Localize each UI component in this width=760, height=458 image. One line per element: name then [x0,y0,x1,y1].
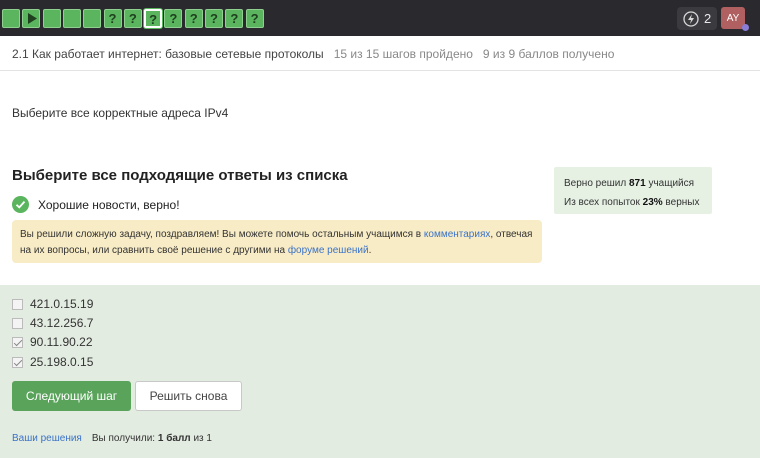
your-solutions-link[interactable]: Ваши решения [12,433,82,444]
step-question[interactable]: ? [205,9,223,28]
solved-stat: Верно решил 871 учащийся [564,174,702,193]
option-4[interactable]: 25.198.0.15 [12,355,93,369]
energy-count: 2 [704,11,712,26]
step-question[interactable]: ? [123,9,142,28]
next-step-button[interactable]: Следующий шаг [12,381,131,411]
correct-percent: 23% [642,197,663,208]
top-navigation-bar: ???????? 2 AY [0,0,760,36]
option-checkbox[interactable] [12,356,23,368]
task-title: Выберите все подходящие ответы из списка [12,167,348,184]
header-divider [0,70,760,71]
success-message: Хорошие новости, верно! [12,196,180,213]
option-label: 421.0.15.19 [30,297,94,311]
option-label: 43.12.256.7 [30,316,94,330]
play-icon [28,13,38,24]
attempts-label: Из всех попыток [564,197,643,208]
attempts-stat: Из всех попыток 23% верных [564,193,702,212]
step-question[interactable]: ? [164,9,183,28]
score-suffix: из 1 [190,433,212,444]
solutions-forum-link[interactable]: форуме решений [288,245,369,256]
footer-score: Ваши решения Вы получили: 1 балл из 1 [12,433,212,444]
option-label: 25.198.0.15 [30,355,94,369]
step-video[interactable] [22,9,41,28]
step-text[interactable] [62,9,81,28]
avatar-initials: AY [726,12,740,24]
solve-again-button[interactable]: Решить снова [135,381,242,411]
option-checkbox[interactable] [12,336,23,348]
solved-label: Верно решил [564,178,629,189]
points-progress: 9 из 9 баллов получено [482,47,615,61]
stats-panel: Верно решил 871 учащийся Из всех попыток… [554,167,712,214]
notification-dot [742,24,749,31]
hint-text-3: . [368,245,372,256]
check-circle-icon [12,196,29,213]
step-question[interactable]: ? [225,9,244,28]
solved-suffix: учащийся [645,178,695,189]
lesson-header: 2.1 Как работает интернет: базовые сетев… [12,47,614,61]
solved-count: 871 [629,178,646,189]
option-checkbox[interactable] [12,298,23,310]
attempts-suffix: верных [662,197,700,208]
score-value: 1 балл [157,433,191,444]
option-checkbox[interactable] [12,317,23,329]
success-text: Хорошие новости, верно! [38,197,180,212]
lesson-title[interactable]: 2.1 Как работает интернет: базовые сетев… [12,47,324,61]
step-text[interactable] [2,9,20,28]
congrats-hint: Вы решили сложную задачу, поздравляем! В… [12,220,542,263]
step-question[interactable]: ? [144,9,163,28]
comments-link[interactable]: комментариях [424,229,490,240]
option-label: 90.11.90.22 [30,335,93,349]
energy-counter[interactable]: 2 [677,7,718,30]
step-question[interactable]: ? [245,9,264,28]
hint-text-1: Вы решили сложную задачу, поздравляем! В… [20,229,424,240]
lightning-icon [683,10,699,27]
step-question[interactable]: ? [184,9,203,28]
step-question[interactable]: ? [103,9,122,28]
score-prefix: Вы получили: [91,433,158,444]
option-3[interactable]: 90.11.90.22 [12,335,93,349]
step-text[interactable] [83,9,102,28]
question-text: Выберите все корректные адреса IPv4 [12,106,229,120]
step-text[interactable] [42,9,61,28]
option-2[interactable]: 43.12.256.7 [12,316,93,330]
steps-progress: 15 из 15 шагов пройдено [333,47,473,61]
option-1[interactable]: 421.0.15.19 [12,297,93,311]
